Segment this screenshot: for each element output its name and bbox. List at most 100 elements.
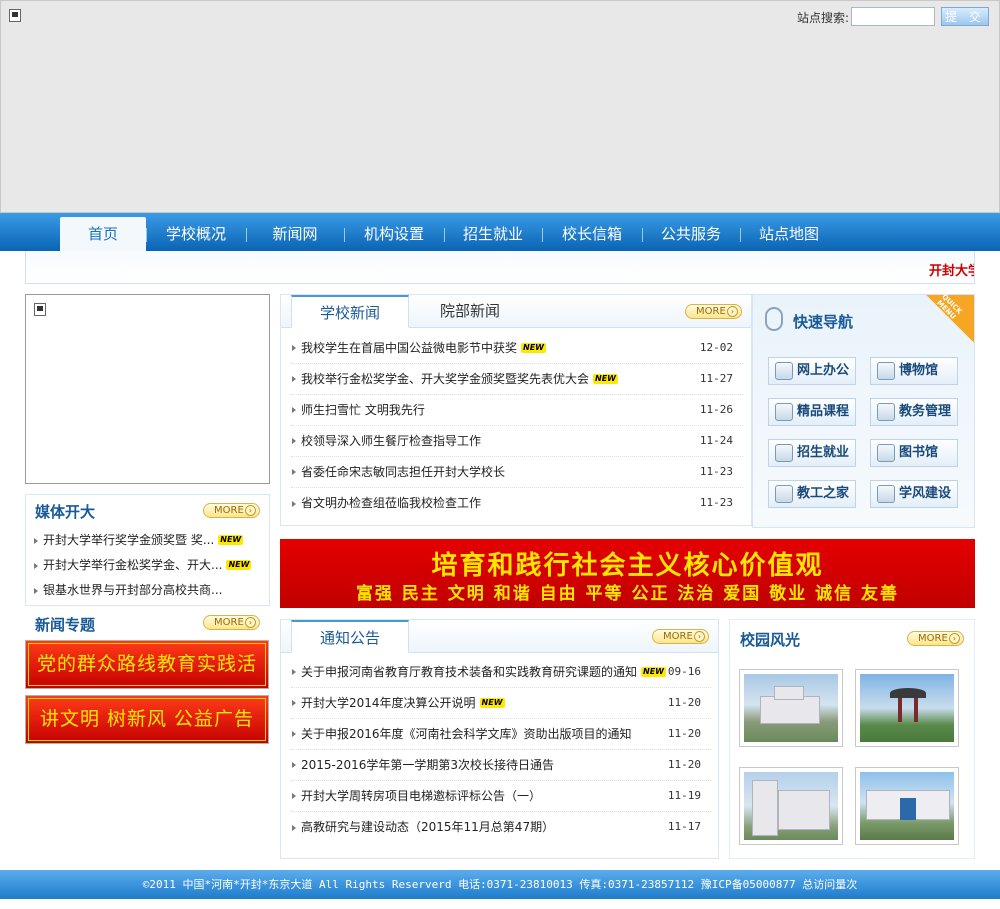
topic-banner-civilization[interactable]: 讲文明 树新风 公益广告 — [25, 695, 269, 744]
notice-list: 关于申报河南省教育厅教育技术装备和实践教育研究课题的通知 NEW 09-16 开封大… — [291, 657, 711, 843]
campus-photo[interactable] — [855, 767, 959, 845]
nav-item-departments[interactable]: 机构设置 — [344, 217, 444, 251]
more-label: MORE — [214, 617, 244, 628]
quick-study-style-button[interactable]: 学风建设 — [870, 480, 958, 508]
notice-row[interactable]: 2015-2016学年第一学期第3次校长接待日通告 11-20 — [291, 750, 711, 781]
page: 站点搜索: 提 交 首页 学校概况 新闻网 机构设置 招生就业 校长信箱 公共服… — [0, 0, 1000, 909]
tab-label: 通知公告 — [319, 629, 380, 647]
more-label: MORE — [663, 631, 693, 642]
news-title: 我校举行金松奖学金、开大奖学金颁奖暨奖先表优大会 — [301, 372, 590, 386]
notice-tabs: 通知公告 MORE › — [281, 620, 718, 653]
nav-item-news[interactable]: 新闻网 — [246, 217, 344, 251]
campus-more-button[interactable]: MORE › — [907, 631, 964, 646]
media-more-button[interactable]: MORE › — [203, 503, 260, 518]
campus-photo[interactable] — [855, 669, 959, 747]
page-bottom — [0, 899, 1000, 909]
notice-title: 关于申报2016年度《河南社会科学文库》资助出版项目的通知 — [301, 727, 632, 741]
quick-button-label: 招生就业 — [797, 445, 850, 460]
quick-academic-affairs-button[interactable]: 教务管理 — [870, 398, 958, 426]
nav-item-home[interactable]: 首页 — [60, 217, 146, 251]
list-item[interactable]: 开封大学举行奖学金颁奖暨 奖... NEW — [33, 528, 265, 553]
nav-item-public-service[interactable]: 公共服务 — [642, 217, 740, 251]
nav-item-admissions[interactable]: 招生就业 — [444, 217, 542, 251]
book-icon — [775, 403, 793, 421]
scrolling-announcement: 开封大学 — [25, 251, 975, 284]
news-row[interactable]: 省委任命宋志敏同志担任开封大学校长 11-23 — [291, 457, 743, 488]
nav-item-sitemap[interactable]: 站点地图 — [740, 217, 838, 251]
quick-button-label: 图书馆 — [899, 445, 939, 460]
tab-school-news[interactable]: 学校新闻 — [291, 295, 409, 328]
news-title: 师生扫雪忙 文明我先行 — [301, 403, 425, 417]
news-row[interactable]: 校领导深入师生餐厅检查指导工作 11-24 — [291, 426, 743, 457]
campus-photo[interactable] — [739, 767, 843, 845]
notice-title: 开封大学2014年度决算公开说明 — [301, 696, 476, 710]
tab-notices[interactable]: 通知公告 — [291, 620, 409, 653]
notice-row[interactable]: 开封大学2014年度决算公开说明 NEW 11-20 — [291, 688, 711, 719]
notice-title: 2015-2016学年第一学期第3次校长接待日通告 — [301, 758, 555, 772]
campus-photo-image — [860, 772, 954, 840]
news-row[interactable]: 我校学生在首届中国公益微电影节中获奖 NEW 12-02 — [291, 333, 743, 364]
campus-photo-image — [744, 674, 838, 742]
nav-item-label: 学校概况 — [165, 225, 226, 243]
header-banner: 站点搜索: 提 交 — [0, 0, 1000, 213]
news-tabs: 学校新闻 院部新闻 MORE › — [281, 295, 751, 328]
quick-online-office-button[interactable]: 网上办公 — [768, 357, 856, 385]
arrow-right-icon: › — [949, 633, 960, 644]
news-row[interactable]: 我校举行金松奖学金、开大奖学金颁奖暨奖先表优大会 NEW 11-27 — [291, 364, 743, 395]
core-values-banner[interactable]: 培育和践行社会主义核心价值观 富强 民主 文明 和谐 自由 平等 公正 法治 爱… — [280, 539, 975, 608]
list-item[interactable]: 开封大学举行金松奖学金、开大... NEW — [33, 553, 265, 578]
new-badge: NEW — [641, 667, 666, 677]
news-date: 11-23 — [699, 496, 733, 509]
core-values-subline: 富强 民主 文明 和谐 自由 平等 公正 法治 爱国 敬业 诚信 友善 — [355, 584, 900, 604]
quick-museum-button[interactable]: 博物馆 — [870, 357, 958, 385]
notice-row[interactable]: 开封大学周转房项目电梯邀标评标公告（一） 11-19 — [291, 781, 711, 812]
footer: ©2011 中国*河南*开封*东京大道 All Rights Reserverd… — [0, 870, 1000, 899]
topics-more-button[interactable]: MORE › — [203, 615, 260, 630]
notice-row[interactable]: 关于申报2016年度《河南社会科学文库》资助出版项目的通知 11-20 — [291, 719, 711, 750]
quick-quality-courses-button[interactable]: 精品课程 — [768, 398, 856, 426]
notice-row[interactable]: 关于申报河南省教育厅教育技术装备和实践教育研究课题的通知 NEW 09-16 — [291, 657, 711, 688]
new-badge: NEW — [521, 343, 546, 353]
nav-item-label: 首页 — [87, 225, 118, 243]
new-badge: NEW — [226, 560, 252, 570]
search-input[interactable] — [851, 7, 935, 26]
campus-photo-image — [744, 772, 838, 840]
news-more-button[interactable]: MORE › — [685, 304, 742, 319]
broken-image-icon — [9, 9, 21, 22]
search-submit-button[interactable]: 提 交 — [941, 7, 989, 26]
quick-button-label: 网上办公 — [797, 363, 850, 378]
notice-more-button[interactable]: MORE › — [652, 629, 709, 644]
featured-image[interactable] — [25, 294, 270, 484]
notice-date: 11-17 — [667, 820, 701, 833]
news-row[interactable]: 师生扫雪忙 文明我先行 11-26 — [291, 395, 743, 426]
nav-item-school-overview[interactable]: 学校概况 — [146, 217, 246, 251]
more-label: MORE — [696, 306, 726, 317]
search-label: 站点搜索: — [797, 11, 850, 25]
nav-item-label: 机构设置 — [363, 225, 424, 243]
notice-date: 09-16 — [667, 665, 701, 678]
notice-date: 11-19 — [667, 789, 701, 802]
notice-date: 11-20 — [667, 727, 701, 740]
notice-row[interactable]: 高教研究与建设动态（2015年11月总第47期） 11-17 — [291, 812, 711, 843]
mouse-icon — [765, 307, 783, 331]
quick-button-label: 教务管理 — [899, 404, 952, 419]
topic-banner-mass-line[interactable]: 党的群众路线教育实践活动 — [25, 640, 269, 716]
core-values-headline: 培育和践行社会主义核心价值观 — [431, 551, 824, 581]
news-box: 学校新闻 院部新闻 MORE › 我校学生在首届中国公益微电影节中获奖 NEW 12-… — [280, 294, 752, 526]
quick-admissions-button[interactable]: 招生就业 — [768, 439, 856, 467]
quick-menu-corner-text: QUICK MENU — [935, 292, 964, 321]
tab-department-news[interactable]: 院部新闻 — [411, 295, 529, 328]
notice-title: 开封大学周转房项目电梯邀标评标公告（一） — [301, 789, 542, 803]
quick-staff-home-button[interactable]: 教工之家 — [768, 480, 856, 508]
quick-library-button[interactable]: 图书馆 — [870, 439, 958, 467]
list-item-text: 银基水世界与开封部分高校共商... — [43, 583, 223, 597]
campus-photo[interactable] — [739, 669, 843, 747]
open-book-icon — [877, 444, 895, 462]
new-badge: NEW — [479, 698, 505, 708]
news-date: 11-24 — [699, 434, 733, 447]
marquee-text[interactable]: 开封大学 — [929, 260, 974, 279]
list-item[interactable]: 银基水世界与开封部分高校共商... — [33, 578, 265, 603]
nav-item-president-mailbox[interactable]: 校长信箱 — [542, 217, 642, 251]
news-row[interactable]: 省文明办检查组莅临我校检查工作 11-23 — [291, 488, 743, 519]
media-box: 媒体开大 MORE › 开封大学举行奖学金颁奖暨 奖... NEW 开封大学举行金松… — [25, 494, 270, 606]
